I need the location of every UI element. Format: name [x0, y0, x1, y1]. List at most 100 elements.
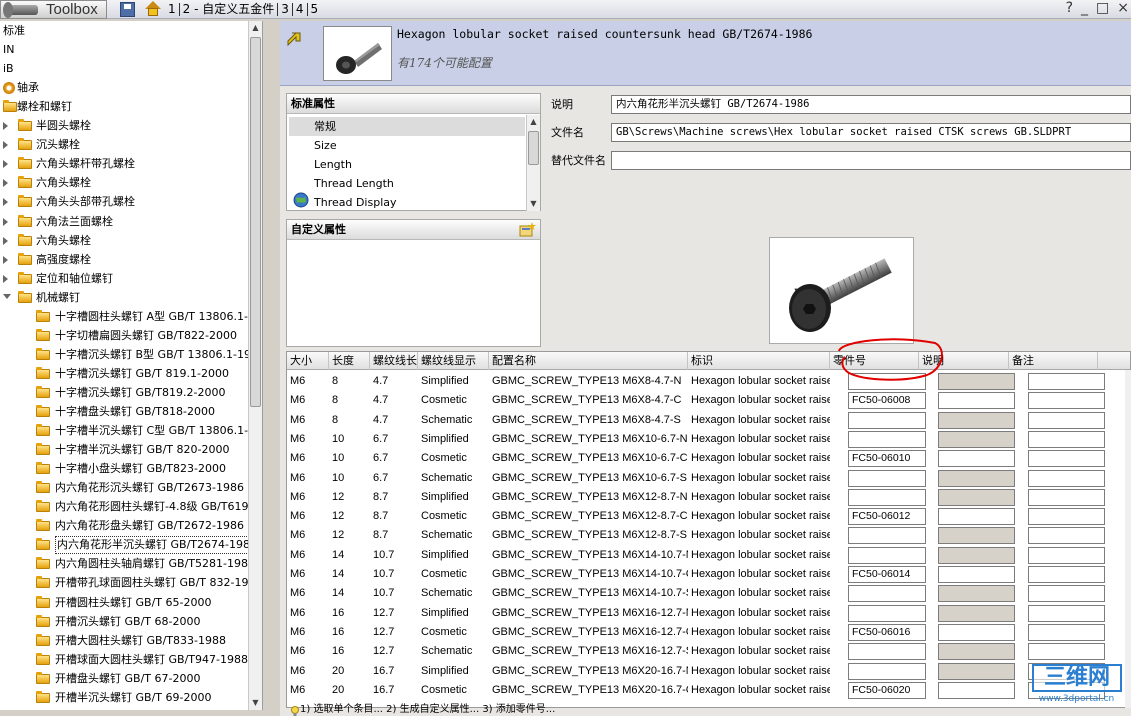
tree-item[interactable]: 沉头螺栓	[0, 135, 249, 154]
part-number-input[interactable]	[848, 411, 926, 429]
tree-item[interactable]: 六角头螺栓	[0, 173, 249, 192]
property-item[interactable]: Size	[314, 136, 337, 155]
note-input[interactable]	[1028, 488, 1105, 506]
note-input[interactable]	[1028, 527, 1105, 545]
description-input[interactable]	[938, 373, 1015, 390]
part-number-input[interactable]	[848, 643, 926, 661]
column-header[interactable]: 螺纹线长	[370, 352, 418, 370]
table-row[interactable]: M6 16 12.7 Schematic GBMC_SCREW_TYPE13 M6X16…	[287, 642, 1130, 661]
tree-item[interactable]: IN	[0, 40, 249, 59]
help-button[interactable]: ?	[1066, 0, 1073, 19]
tab-2[interactable]: 2 - 自定义五金件	[180, 3, 279, 16]
part-number-input[interactable]: FC50-06016	[848, 623, 926, 641]
table-row[interactable]: M6 14 10.7 Cosmetic GBMC_SCREW_TYPE13 M6X14-…	[287, 565, 1130, 584]
tab-4[interactable]: 4	[293, 3, 308, 16]
scroll-up-icon[interactable]: ▲	[527, 115, 540, 129]
expand-arrow-icon[interactable]	[3, 255, 8, 264]
part-number-input[interactable]	[848, 527, 926, 545]
description-input[interactable]	[938, 430, 1015, 448]
part-number-input[interactable]	[848, 604, 926, 622]
note-input[interactable]	[1028, 392, 1105, 410]
table-row[interactable]: M6 10 6.7 Schematic GBMC_SCREW_TYPE13 M6X10-…	[287, 469, 1130, 488]
note-input[interactable]	[1028, 566, 1105, 583]
tree-item[interactable]: 开槽盘头螺钉 GB/T 67-2000	[0, 669, 249, 688]
tree-scroll-thumb[interactable]	[250, 37, 261, 407]
tree-item[interactable]: 开槽大圆柱头螺钉 GB/T833-1988	[0, 631, 249, 650]
property-item[interactable]: Thread Display	[314, 193, 397, 212]
description-input[interactable]	[938, 546, 1015, 564]
description-input[interactable]	[938, 392, 1015, 410]
tree-item[interactable]: 定位和轴位螺钉	[0, 269, 249, 288]
description-field[interactable]: 内六角花形半沉头螺钉 GB/T2674-1986	[611, 95, 1131, 114]
part-number-input[interactable]: FC50-06008	[848, 392, 926, 410]
expand-arrow-icon[interactable]	[3, 198, 8, 207]
tree-item[interactable]: 轴承	[0, 78, 249, 97]
tree-item[interactable]: 内六角花形圆柱头螺钉-4.8级 GB/T6190-19	[0, 497, 262, 516]
description-input[interactable]	[938, 527, 1015, 545]
note-input[interactable]	[1028, 373, 1105, 390]
save-button[interactable]	[120, 2, 135, 17]
note-input[interactable]	[1028, 450, 1105, 468]
tree-item[interactable]: 内六角花形半沉头螺钉 GB/T2674-1986	[0, 535, 259, 555]
expand-arrow-icon[interactable]	[3, 122, 8, 131]
tab-1[interactable]: 1	[165, 3, 180, 16]
property-item[interactable]: Length	[314, 155, 352, 174]
part-number-input[interactable]: FC50-06010	[848, 450, 926, 468]
filename-field[interactable]: GB\Screws\Machine screws\Hex lobular soc…	[611, 123, 1131, 142]
maximize-button[interactable]: □	[1096, 0, 1109, 19]
description-input[interactable]	[938, 411, 1015, 429]
description-input[interactable]	[938, 450, 1015, 468]
description-input[interactable]	[938, 585, 1015, 603]
table-row[interactable]: M6 8 4.7 Schematic GBMC_SCREW_TYPE13 M6X8-4.…	[287, 411, 1130, 430]
tree-item[interactable]: 内六角圆柱头轴肩螺钉 GB/T5281-1985	[0, 554, 255, 573]
tree-item[interactable]: 十字槽沉头螺钉 GB/T819.2-2000	[0, 383, 249, 402]
note-input[interactable]	[1028, 643, 1105, 661]
table-row[interactable]: M6 12 8.7 Simplified GBMC_SCREW_TYPE13 M6X12…	[287, 488, 1130, 507]
part-number-input[interactable]	[848, 430, 926, 448]
scroll-down-icon[interactable]: ▼	[249, 696, 262, 710]
description-input[interactable]	[938, 566, 1015, 583]
description-input[interactable]	[938, 508, 1015, 526]
tree-scrollbar[interactable]: ▲ ▼	[248, 21, 262, 710]
tree-item[interactable]: 十字槽沉头螺钉 GB/T 819.1-2000	[0, 364, 249, 383]
column-header[interactable]: 备注	[1009, 352, 1098, 370]
alt-filename-field[interactable]	[611, 151, 1131, 170]
expand-arrow-icon[interactable]	[3, 179, 8, 188]
table-row[interactable]: M6 8 4.7 Cosmetic GBMC_SCREW_TYPE13 M6X8-4.7…	[287, 391, 1130, 410]
note-input[interactable]	[1028, 623, 1105, 641]
tab-3[interactable]: 3	[278, 3, 293, 16]
table-row[interactable]: M6 16 12.7 Cosmetic GBMC_SCREW_TYPE13 M6X16-…	[287, 623, 1130, 642]
expand-arrow-icon[interactable]	[3, 141, 8, 150]
description-input[interactable]	[938, 662, 1015, 680]
tree-item[interactable]: iB	[0, 59, 249, 78]
table-row[interactable]: M6 14 10.7 Schematic GBMC_SCREW_TYPE13 M6X14…	[287, 584, 1130, 603]
tree-item[interactable]: 六角法兰面螺栓	[0, 212, 249, 231]
close-button[interactable]: ×	[1117, 0, 1129, 19]
column-header[interactable]: 标识	[688, 352, 830, 370]
part-number-input[interactable]	[848, 488, 926, 506]
table-row[interactable]: M6 20 16.7 Simplified GBMC_SCREW_TYPE13 M6X2…	[287, 662, 1130, 681]
expand-arrow-icon[interactable]	[3, 217, 8, 226]
note-input[interactable]	[1028, 508, 1105, 526]
column-header[interactable]: 螺纹线显示	[418, 352, 489, 370]
description-input[interactable]	[938, 643, 1015, 661]
note-input[interactable]	[1028, 604, 1105, 622]
scroll-down-icon[interactable]: ▼	[527, 197, 540, 211]
collapse-arrow-icon[interactable]	[3, 293, 11, 299]
note-input[interactable]	[1028, 546, 1105, 564]
tree-item[interactable]: 六角头螺杆带孔螺栓	[0, 154, 249, 173]
description-input[interactable]	[938, 469, 1015, 487]
column-header[interactable]: 长度	[329, 352, 370, 370]
table-row[interactable]: M6 10 6.7 Simplified GBMC_SCREW_TYPE13 M6X10…	[287, 430, 1130, 449]
table-row[interactable]: M6 10 6.7 Cosmetic GBMC_SCREW_TYPE13 M6X10-6…	[287, 449, 1130, 468]
tree-item[interactable]: 开槽球面大圆柱头螺钉 GB/T947-1988	[0, 650, 249, 669]
expand-arrow-icon[interactable]	[3, 236, 8, 245]
tree-item[interactable]: 开槽沉头螺钉 GB/T 68-2000	[0, 612, 249, 631]
column-header[interactable]: 配置名称	[489, 352, 688, 370]
part-number-input[interactable]	[848, 585, 926, 603]
tree-item[interactable]: 标准	[0, 21, 249, 40]
home-button[interactable]	[145, 1, 161, 17]
note-input[interactable]	[1028, 411, 1105, 429]
tree-item[interactable]: 机械螺钉	[0, 288, 249, 307]
tree-item[interactable]: 十字槽盘头螺钉 GB/T818-2000	[0, 402, 249, 421]
